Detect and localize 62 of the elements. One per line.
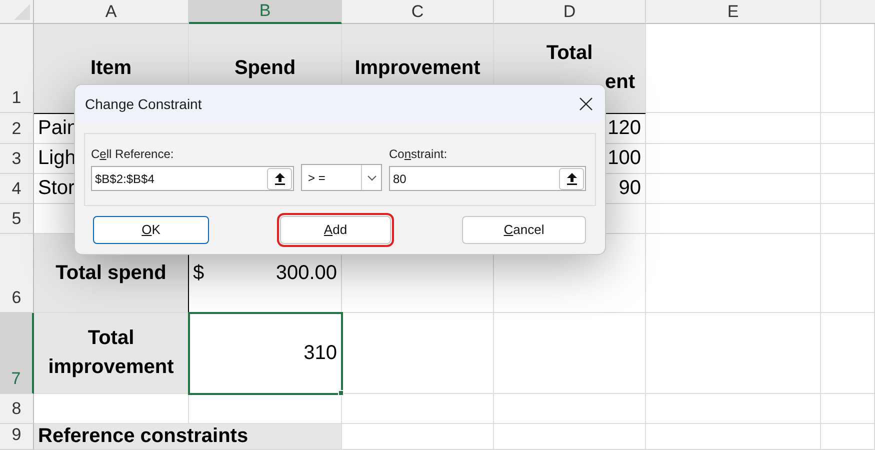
input-field[interactable]: $B$2:$B$4 xyxy=(91,166,294,191)
table-cell[interactable] xyxy=(189,394,342,424)
column-header[interactable] xyxy=(821,0,875,24)
currency-symbol: $ xyxy=(193,260,204,286)
table-cell[interactable] xyxy=(342,313,494,394)
table-cell[interactable]: Total improvement xyxy=(34,313,189,394)
cell-text: ent xyxy=(605,70,636,95)
row-header[interactable]: 9 xyxy=(0,424,34,450)
table-cell[interactable] xyxy=(646,144,821,174)
table-cell[interactable] xyxy=(494,424,646,450)
field-label: Cell Reference: xyxy=(91,146,175,163)
table-cell[interactable] xyxy=(646,204,821,234)
table-cell[interactable] xyxy=(646,313,821,394)
cell-value: 300.00 xyxy=(276,260,337,286)
table-cell[interactable] xyxy=(821,174,875,204)
row-header[interactable]: 1 xyxy=(0,24,34,113)
column-header[interactable]: E xyxy=(646,0,821,24)
table-cell[interactable] xyxy=(821,424,875,450)
upload-arrow-icon xyxy=(566,172,576,184)
upload-arrow-icon xyxy=(274,172,284,184)
row-header[interactable]: 3 xyxy=(0,144,34,174)
table-cell[interactable] xyxy=(342,394,494,424)
row-header[interactable]: 8 xyxy=(0,394,34,424)
operator-dropdown[interactable]: > = xyxy=(301,164,382,191)
field-label: Constraint: xyxy=(389,146,448,163)
fill-handle[interactable] xyxy=(338,390,344,396)
table-cell[interactable] xyxy=(646,234,821,313)
column-header[interactable]: A xyxy=(34,0,189,24)
table-cell[interactable] xyxy=(821,24,875,113)
table-cell[interactable] xyxy=(646,113,821,144)
table-cell[interactable] xyxy=(821,204,875,234)
table-cell[interactable] xyxy=(646,174,821,204)
table-cell[interactable] xyxy=(646,424,821,450)
row-header[interactable]: 4 xyxy=(0,174,34,204)
row-header[interactable]: 7 xyxy=(0,313,34,394)
table-cell[interactable] xyxy=(646,24,821,113)
table-cell[interactable] xyxy=(821,113,875,144)
dialog-button[interactable]: Cancel xyxy=(462,216,586,244)
table-cell[interactable] xyxy=(821,313,875,394)
row-header[interactable]: 2 xyxy=(0,113,34,144)
table-cell[interactable]: Reference constraints xyxy=(34,424,342,450)
selected-cell[interactable]: 310 xyxy=(189,313,342,394)
collapse-button[interactable] xyxy=(267,168,292,190)
row-header[interactable]: 5 xyxy=(0,204,34,234)
row-header[interactable]: 6 xyxy=(0,234,34,313)
table-cell[interactable] xyxy=(821,144,875,174)
column-header[interactable]: C xyxy=(342,0,494,24)
table-cell[interactable] xyxy=(342,424,494,450)
close-icon[interactable] xyxy=(579,97,593,111)
table-cell[interactable] xyxy=(646,394,821,424)
table-cell[interactable] xyxy=(34,394,189,424)
table-cell[interactable] xyxy=(494,394,646,424)
table-cell[interactable] xyxy=(821,394,875,424)
column-header[interactable]: B xyxy=(189,0,342,24)
input-field[interactable]: 80 xyxy=(389,166,586,191)
table-cell[interactable] xyxy=(821,234,875,313)
column-header[interactable]: D xyxy=(494,0,646,24)
collapse-button[interactable] xyxy=(559,168,584,190)
dialog-button[interactable]: OK xyxy=(93,216,209,244)
dialog-button[interactable]: Add xyxy=(280,216,391,244)
table-cell[interactable] xyxy=(494,313,646,394)
cell-text: Total xyxy=(546,41,593,66)
